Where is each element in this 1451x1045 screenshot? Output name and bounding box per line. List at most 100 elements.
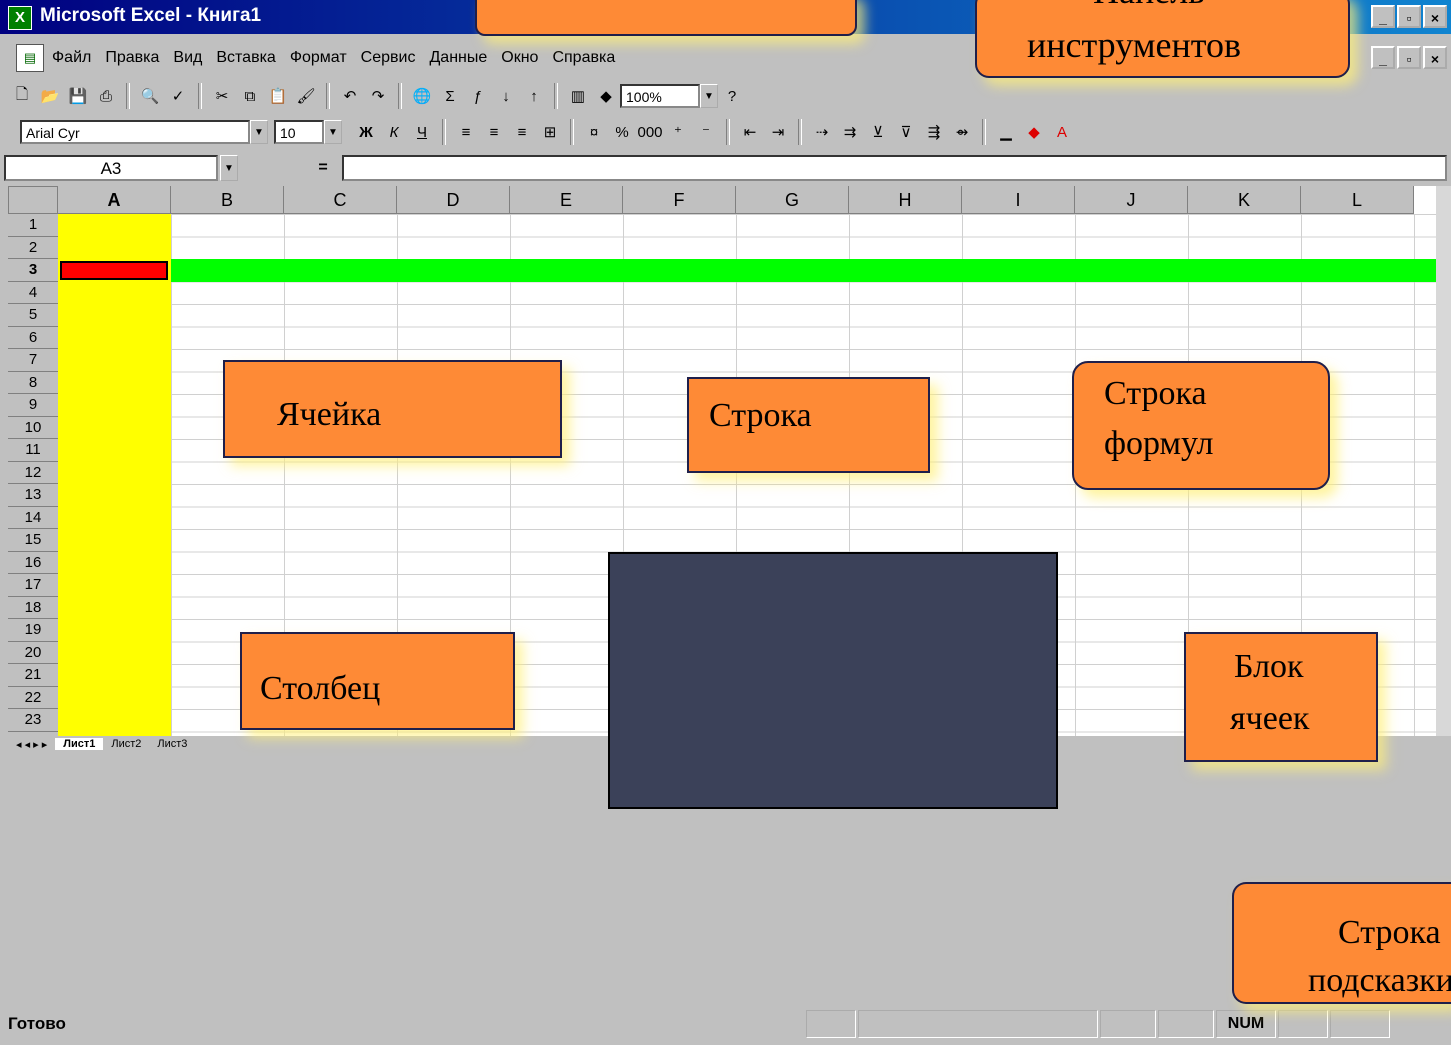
menu-tools[interactable]: Сервис [361, 49, 416, 67]
minimize-button[interactable]: _ [1371, 5, 1395, 28]
fill-color-icon[interactable]: ◆ [1021, 119, 1047, 145]
align-right-icon[interactable]: ≡ [509, 119, 535, 145]
align-center-icon[interactable]: ≡ [481, 119, 507, 145]
decrease-decimal-icon[interactable]: ⁻ [693, 119, 719, 145]
increase-indent-icon[interactable]: ⇥ [765, 119, 791, 145]
font-select[interactable]: Arial Cyr [20, 120, 250, 144]
doc-minimize-button[interactable]: _ [1371, 46, 1395, 69]
document-icon[interactable]: ▤ [16, 44, 44, 72]
edit-formula-button[interactable]: = [306, 155, 340, 181]
row-header[interactable]: 10 [8, 416, 58, 439]
row-header[interactable]: 4 [8, 281, 58, 304]
italic-button[interactable]: К [381, 119, 407, 145]
restore-button[interactable]: ▫ [1397, 5, 1421, 28]
row-header[interactable]: 9 [8, 394, 58, 417]
row-header[interactable]: 5 [8, 304, 58, 327]
column-header[interactable]: H [849, 186, 962, 214]
row-header[interactable]: 21 [8, 664, 58, 687]
function-icon[interactable]: ƒ [465, 83, 491, 109]
column-header[interactable]: L [1301, 186, 1414, 214]
print-preview-icon[interactable]: 🔍 [137, 83, 163, 109]
name-box-dropdown-icon[interactable]: ▼ [220, 155, 238, 181]
close-button[interactable]: × [1423, 5, 1447, 28]
doc-restore-button[interactable]: ▫ [1397, 46, 1421, 69]
decrease-indent-icon[interactable]: ⇤ [737, 119, 763, 145]
column-header[interactable]: G [736, 186, 849, 214]
row-header[interactable]: 17 [8, 574, 58, 597]
increase-decimal-icon[interactable]: ⁺ [665, 119, 691, 145]
print-icon[interactable]: ⎙ [93, 83, 119, 109]
remove-arrows-icon[interactable]: ⇴ [949, 119, 975, 145]
row-header[interactable]: 19 [8, 619, 58, 642]
formula-input[interactable] [342, 155, 1447, 181]
save-icon[interactable]: 💾 [65, 83, 91, 109]
undo-icon[interactable]: ↶ [337, 83, 363, 109]
row-header[interactable]: 7 [8, 349, 58, 372]
column-header[interactable]: E [510, 186, 623, 214]
row-header[interactable]: 8 [8, 371, 58, 394]
drawing-icon[interactable]: ◆ [593, 83, 619, 109]
menu-view[interactable]: Вид [173, 49, 202, 67]
column-header[interactable]: I [962, 186, 1075, 214]
filter-off-icon[interactable]: ⊽ [893, 119, 919, 145]
cut-icon[interactable]: ✂ [209, 83, 235, 109]
autosum-icon[interactable]: Σ [437, 83, 463, 109]
name-box[interactable]: A3 [4, 155, 218, 181]
menu-window[interactable]: Окно [501, 49, 538, 67]
row-header[interactable]: 20 [8, 641, 58, 664]
merge-center-icon[interactable]: ⊞ [537, 119, 563, 145]
column-header[interactable]: K [1188, 186, 1301, 214]
menu-data[interactable]: Данные [429, 49, 487, 67]
row-header[interactable]: 22 [8, 686, 58, 709]
vertical-scrollbar[interactable] [1436, 186, 1451, 736]
menu-edit[interactable]: Правка [105, 49, 159, 67]
menu-file[interactable]: Файл [52, 49, 91, 67]
row-header[interactable]: 1 [8, 214, 58, 237]
row-header[interactable]: 14 [8, 506, 58, 529]
zoom-select[interactable]: 100% [620, 84, 700, 108]
column-header[interactable]: J [1075, 186, 1188, 214]
column-header[interactable]: F [623, 186, 736, 214]
paste-icon[interactable]: 📋 [265, 83, 291, 109]
row-header[interactable]: 18 [8, 596, 58, 619]
underline-button[interactable]: Ч [409, 119, 435, 145]
doc-close-button[interactable]: × [1423, 46, 1447, 69]
bold-button[interactable]: Ж [353, 119, 379, 145]
row-header[interactable]: 2 [8, 236, 58, 259]
row-header[interactable]: 11 [8, 439, 58, 462]
column-header[interactable]: C [284, 186, 397, 214]
align-left-icon[interactable]: ≡ [453, 119, 479, 145]
sheet-tab[interactable]: Лист1 [55, 738, 104, 750]
sheet-tab[interactable]: Лист3 [149, 738, 195, 750]
currency-icon[interactable]: ¤ [581, 119, 607, 145]
active-cell-a3[interactable] [60, 261, 168, 280]
menu-format[interactable]: Формат [290, 49, 347, 67]
row-header[interactable]: 3 [8, 259, 58, 282]
comma-style-icon[interactable]: 000 [637, 119, 663, 145]
open-folder-icon[interactable]: 📂 [37, 83, 63, 109]
spelling-icon[interactable]: ✓ [165, 83, 191, 109]
font-size-dropdown-icon[interactable]: ▼ [324, 120, 342, 144]
format-painter-icon[interactable]: 🖌 [293, 83, 319, 109]
row-header[interactable]: 16 [8, 551, 58, 574]
trace-precedents-icon[interactable]: ⇢ [809, 119, 835, 145]
menu-help[interactable]: Справка [552, 49, 615, 67]
trace-error-icon[interactable]: ⇶ [921, 119, 947, 145]
font-dropdown-icon[interactable]: ▼ [250, 120, 268, 144]
row-header[interactable]: 6 [8, 326, 58, 349]
percent-icon[interactable]: % [609, 119, 635, 145]
row-header[interactable]: 23 [8, 709, 58, 732]
menu-insert[interactable]: Вставка [216, 49, 275, 67]
filter-icon[interactable]: ⊻ [865, 119, 891, 145]
font-size-select[interactable]: 10 [274, 120, 324, 144]
copy-icon[interactable]: ⧉ [237, 83, 263, 109]
sort-descending-icon[interactable]: ↑ [521, 83, 547, 109]
sort-ascending-icon[interactable]: ↓ [493, 83, 519, 109]
row-header[interactable]: 15 [8, 529, 58, 552]
zoom-dropdown-icon[interactable]: ▼ [700, 84, 718, 108]
row-header[interactable]: 12 [8, 461, 58, 484]
column-header[interactable]: D [397, 186, 510, 214]
hyperlink-icon[interactable]: 🌐 [409, 83, 435, 109]
column-header[interactable]: A [58, 186, 171, 214]
font-color-icon[interactable]: A [1049, 119, 1075, 145]
